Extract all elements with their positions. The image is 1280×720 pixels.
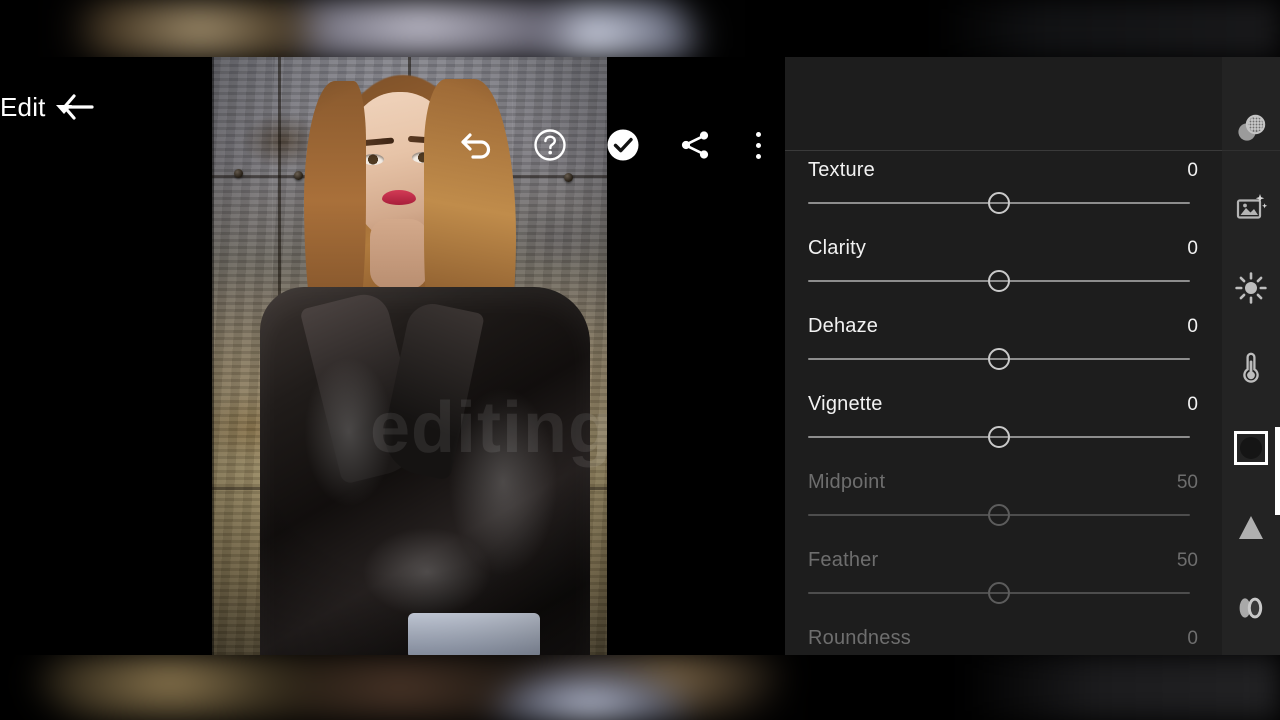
rail-item-optics[interactable]	[1222, 579, 1280, 637]
more-options-button[interactable]	[748, 127, 768, 163]
slider-label: Dehaze	[808, 315, 879, 337]
blurred-top-band	[0, 0, 1280, 58]
slider-handle[interactable]	[988, 348, 1010, 370]
undo-icon	[461, 133, 491, 159]
slider-label: Texture	[808, 159, 875, 181]
slider-header: Midpoint 50	[785, 471, 1222, 494]
slider-track[interactable]	[808, 192, 1190, 214]
slider-handle[interactable]	[988, 504, 1010, 526]
slider-label: Feather	[808, 549, 879, 571]
slider-header: Texture 0	[785, 159, 1222, 182]
slider-header: Clarity 0	[785, 237, 1222, 260]
dot	[755, 153, 761, 159]
help-button[interactable]	[532, 127, 568, 163]
more-vertical-icon	[755, 131, 761, 159]
detail-icon	[1239, 516, 1263, 539]
edit-mode-label: Edit	[0, 91, 46, 122]
arrow-left-icon	[62, 94, 94, 120]
rail-scrollbar[interactable]	[1275, 427, 1280, 515]
slider-track[interactable]	[808, 426, 1190, 448]
slider-label: Vignette	[808, 393, 883, 415]
vignette-glyph	[1240, 437, 1262, 459]
slider-handle[interactable]	[988, 426, 1010, 448]
share-button[interactable]	[677, 127, 713, 163]
slider-row-texture[interactable]: Texture 0	[785, 159, 1222, 237]
slider-track[interactable]	[808, 582, 1190, 604]
photo-canvas[interactable]: editing Edit	[0, 57, 785, 655]
panel-divider	[785, 150, 1222, 151]
slider-handle[interactable]	[988, 192, 1010, 214]
slider-row-vignette[interactable]: Vignette 0	[785, 393, 1222, 471]
slider-header: Dehaze 0	[785, 315, 1222, 338]
done-button[interactable]	[605, 127, 641, 163]
color-icon	[1243, 352, 1259, 383]
help-circle-icon	[534, 129, 566, 161]
dot	[755, 131, 761, 137]
slider-value: 0	[1187, 628, 1198, 649]
dot	[755, 142, 761, 148]
slider-track[interactable]	[808, 270, 1190, 292]
slider-row-clarity[interactable]: Clarity 0	[785, 237, 1222, 315]
undo-button[interactable]	[458, 127, 496, 163]
top-toolbar: Edit	[0, 57, 785, 161]
blurred-bottom-band	[0, 655, 1280, 720]
rail-item-color[interactable]	[1222, 339, 1280, 397]
effects-settings-panel: Texture 0 Clarity 0 Dehaze 0 Vignette 0 …	[785, 57, 1222, 655]
slider-value: 0	[1187, 394, 1198, 415]
check-circle-icon	[607, 129, 639, 161]
rail-item-auto[interactable]	[1222, 179, 1280, 237]
blurred-bottom-bg	[0, 655, 1280, 720]
slider-handle[interactable]	[988, 270, 1010, 292]
slider-handle[interactable]	[988, 582, 1010, 604]
slider-track[interactable]	[808, 348, 1190, 370]
slider-header: Roundness 0	[785, 627, 1222, 650]
slider-value: 0	[1187, 316, 1198, 337]
app-surface: editing Edit	[0, 57, 1280, 655]
slider-header: Feather 50	[785, 549, 1222, 572]
rail-item-detail[interactable]	[1222, 499, 1280, 557]
slider-row-dehaze[interactable]: Dehaze 0	[785, 315, 1222, 393]
rail-item-effects[interactable]	[1222, 419, 1280, 477]
slider-list: Texture 0 Clarity 0 Dehaze 0 Vignette 0 …	[785, 159, 1222, 655]
back-button[interactable]	[58, 89, 98, 125]
slider-row-feather[interactable]: Feather 50	[785, 549, 1222, 627]
blurred-top-bg	[0, 0, 1280, 58]
light-icon	[1235, 272, 1267, 304]
share-icon	[681, 131, 709, 159]
effects-icon	[1234, 431, 1268, 465]
slider-value: 0	[1187, 238, 1198, 259]
rail-item-masking[interactable]	[1222, 99, 1280, 157]
slider-track[interactable]	[808, 504, 1190, 526]
slider-label: Roundness	[808, 627, 911, 649]
slider-row-midpoint[interactable]: Midpoint 50	[785, 471, 1222, 549]
slider-value: 50	[1176, 550, 1198, 571]
optics-icon	[1239, 597, 1263, 619]
slider-header: Vignette 0	[785, 393, 1222, 416]
slider-value: 50	[1176, 472, 1198, 493]
slider-value: 0	[1187, 160, 1198, 181]
rail-item-light[interactable]	[1222, 259, 1280, 317]
slider-row-roundness[interactable]: Roundness 0	[785, 627, 1222, 655]
slider-label: Midpoint	[808, 471, 886, 493]
tool-rail	[1222, 57, 1280, 655]
screen-root: editing Edit	[0, 0, 1280, 720]
masking-icon	[1238, 114, 1266, 141]
slider-label: Clarity	[808, 237, 867, 259]
auto-enhance-icon	[1236, 194, 1268, 219]
